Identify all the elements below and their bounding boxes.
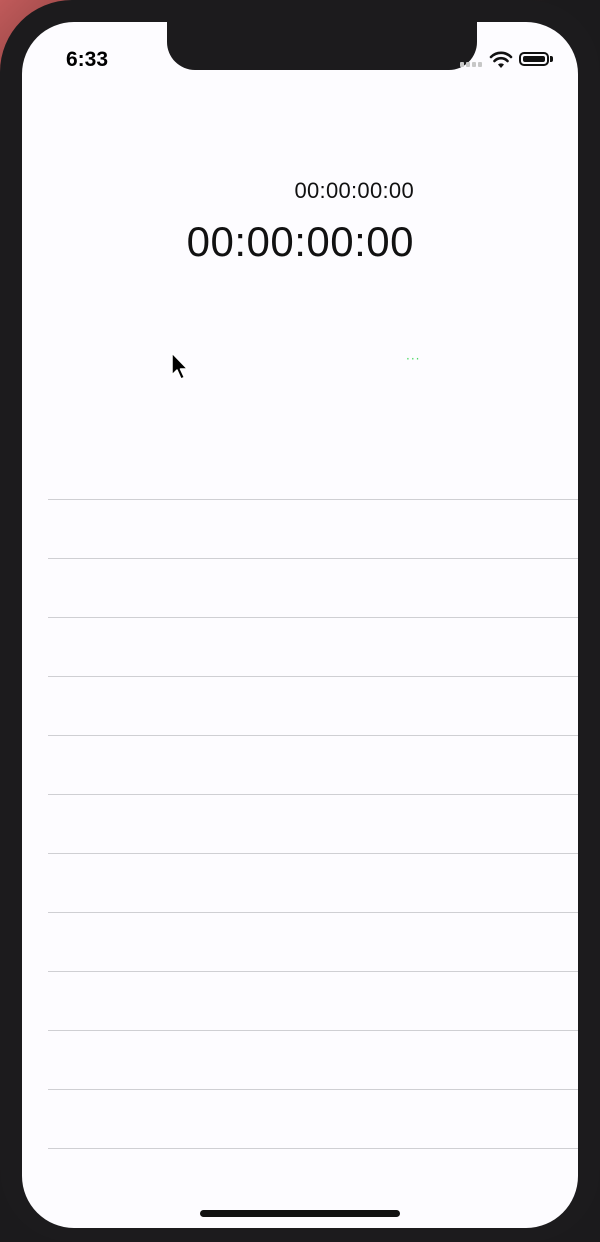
lap-row[interactable] bbox=[48, 1030, 578, 1089]
lap-row[interactable] bbox=[48, 853, 578, 912]
lap-row[interactable] bbox=[48, 794, 578, 853]
lap-row[interactable] bbox=[48, 971, 578, 1030]
battery-cap bbox=[550, 56, 553, 62]
lap-row[interactable] bbox=[48, 617, 578, 676]
status-bar-time: 6:33 bbox=[66, 48, 109, 71]
wifi-icon bbox=[489, 51, 513, 68]
device-notch bbox=[167, 22, 477, 70]
lap-row[interactable] bbox=[48, 499, 578, 558]
cellular-signal-icon bbox=[460, 62, 482, 67]
lap-time-label: 00:00:00:00 bbox=[294, 178, 414, 203]
app-screen: 6:33 00:00:00:00 00:00:00:00 ··· bbox=[22, 22, 578, 1228]
lap-row[interactable] bbox=[48, 558, 578, 617]
main-time-label: 00:00:00:00 bbox=[186, 218, 414, 265]
battery-icon bbox=[519, 52, 549, 66]
lap-row[interactable] bbox=[48, 1148, 578, 1207]
phone-frame: 6:33 00:00:00:00 00:00:00:00 ··· bbox=[0, 0, 600, 1242]
home-indicator[interactable] bbox=[200, 1210, 400, 1217]
lap-row[interactable] bbox=[48, 912, 578, 971]
lap-row[interactable] bbox=[48, 735, 578, 794]
lap-row[interactable] bbox=[48, 1089, 578, 1148]
mouse-pointer-icon bbox=[171, 352, 189, 380]
battery-level-fill bbox=[523, 56, 545, 62]
lap-row[interactable] bbox=[48, 676, 578, 735]
laps-list[interactable] bbox=[48, 499, 578, 1207]
activity-indicator: ··· bbox=[406, 352, 421, 366]
